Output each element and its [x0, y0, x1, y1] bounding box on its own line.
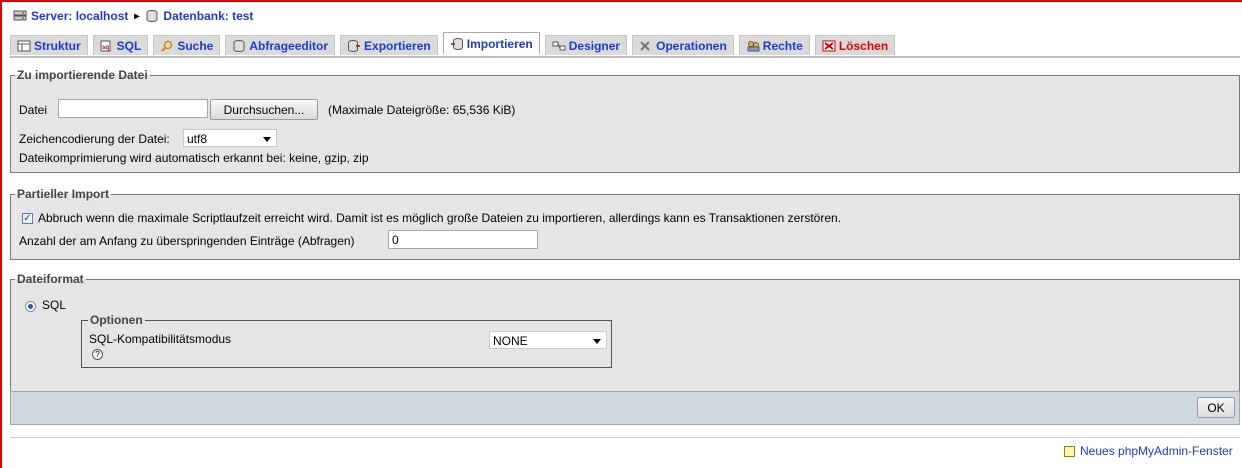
- tab-label: Importieren: [466, 36, 533, 51]
- tab-underline: [10, 56, 1240, 58]
- tab-designer[interactable]: Designer: [544, 35, 628, 55]
- tab-label: Designer: [568, 38, 621, 53]
- tab-label: SQL: [116, 38, 142, 53]
- partial-import-legend: Partieller Import: [17, 187, 110, 201]
- compression-note: Dateikomprimierung wird automatisch erka…: [19, 151, 369, 165]
- tab-rechte[interactable]: Rechte: [738, 35, 810, 55]
- tab-label: Exportieren: [364, 38, 431, 53]
- query-icon: [232, 39, 246, 52]
- format-legend: Dateiformat: [17, 272, 84, 286]
- database-icon: [145, 10, 159, 22]
- new-window-label: Neues phpMyAdmin-Fenster: [1080, 444, 1233, 458]
- privileges-icon: [746, 40, 760, 52]
- interrupt-checkbox[interactable]: ✓: [22, 213, 33, 224]
- submit-bar: [10, 391, 1240, 425]
- compat-mode-label: SQL-Kompatibilitätsmodus: [89, 332, 232, 346]
- format-sql-radio[interactable]: [25, 301, 36, 312]
- tab-exportieren[interactable]: Exportieren: [340, 35, 438, 55]
- chevron-down-icon: [593, 339, 601, 344]
- breadcrumb: Server: localhost ▸ Datenbank: test: [13, 8, 253, 24]
- tab-suche[interactable]: Suche: [153, 35, 221, 55]
- file-label: Datei: [19, 103, 48, 117]
- tab-abfrageeditor[interactable]: Abfrageeditor: [225, 35, 336, 55]
- sql-icon: sq: [100, 40, 114, 52]
- search-icon: [160, 40, 174, 52]
- tab-bar: Struktur sq SQL Suche Abfrageeditor Exportier…: [10, 32, 896, 57]
- chevron-down-icon: [263, 137, 271, 142]
- structure-icon: [17, 40, 31, 52]
- max-size-note: (Maximale Dateigröße: 65,536 KiB): [328, 103, 516, 117]
- help-icon[interactable]: ?: [92, 349, 103, 360]
- breadcrumb-database-link[interactable]: Datenbank: test: [163, 9, 253, 23]
- breadcrumb-separator: ▸: [134, 10, 140, 22]
- tab-struktur[interactable]: Struktur: [10, 35, 88, 55]
- server-icon: [13, 10, 27, 22]
- tab-label: Operationen: [656, 38, 727, 53]
- tab-label: Abfrageeditor: [249, 38, 329, 53]
- export-icon: [347, 39, 361, 52]
- skip-label: Anzahl der am Anfang zu überspringenden …: [19, 234, 355, 248]
- operations-icon: [639, 40, 653, 52]
- tab-importieren[interactable]: Importieren: [442, 32, 540, 54]
- ok-button[interactable]: OK: [1197, 397, 1235, 418]
- charset-value: utf8: [187, 132, 208, 146]
- skip-queries-input[interactable]: [388, 230, 538, 249]
- charset-select[interactable]: utf8: [183, 129, 277, 147]
- tab-l-schen[interactable]: Löschen: [814, 35, 896, 55]
- tab-operationen[interactable]: Operationen: [632, 35, 734, 55]
- tab-label: Struktur: [34, 38, 81, 53]
- footer-divider: [10, 437, 1240, 438]
- tab-sql[interactable]: sq SQL: [92, 35, 149, 55]
- charset-label: Zeichencodierung der Datei:: [19, 132, 170, 146]
- browse-button[interactable]: Durchsuchen...: [210, 99, 318, 120]
- tab-label: Rechte: [762, 38, 803, 53]
- designer-icon: [552, 40, 566, 52]
- new-window-link[interactable]: Neues phpMyAdmin-Fenster: [1064, 444, 1233, 458]
- new-window-icon: [1064, 445, 1075, 457]
- interrupt-label: Abbruch wenn die maximale Scriptlaufzeit…: [38, 211, 842, 225]
- options-legend: Optionen: [90, 313, 143, 327]
- svg-text:sq: sq: [102, 45, 109, 51]
- compat-mode-select[interactable]: NONE: [489, 331, 607, 349]
- tab-label: Löschen: [838, 38, 889, 53]
- format-sql-label: SQL: [42, 298, 67, 312]
- tab-label: Suche: [177, 38, 214, 53]
- import-file-legend: Zu importierende Datei: [17, 68, 148, 82]
- compat-mode-value: NONE: [493, 334, 528, 348]
- import-icon: [450, 37, 464, 50]
- drop-icon: [822, 40, 836, 52]
- breadcrumb-server-link[interactable]: Server: localhost: [31, 9, 128, 23]
- file-path-input[interactable]: [58, 99, 208, 118]
